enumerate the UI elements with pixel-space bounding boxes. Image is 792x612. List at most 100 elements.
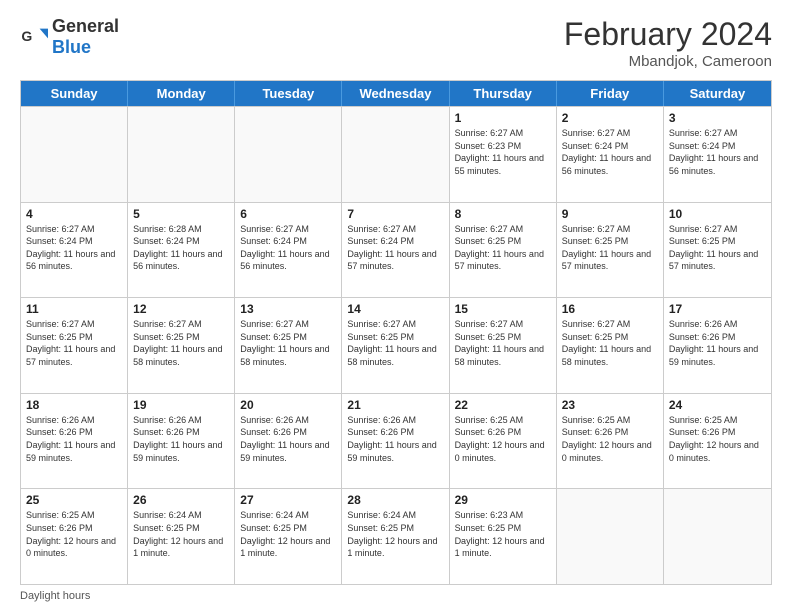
svg-text:G: G bbox=[21, 28, 32, 44]
calendar-empty-0-1 bbox=[128, 107, 235, 202]
calendar-empty-0-3 bbox=[342, 107, 449, 202]
calendar-day-4: 4Sunrise: 6:27 AM Sunset: 6:24 PM Daylig… bbox=[21, 203, 128, 298]
day-number: 10 bbox=[669, 207, 766, 221]
day-number: 7 bbox=[347, 207, 443, 221]
day-info: Sunrise: 6:27 AM Sunset: 6:25 PM Dayligh… bbox=[455, 223, 551, 273]
day-number: 18 bbox=[26, 398, 122, 412]
title-block: February 2024 Mbandjok, Cameroon bbox=[564, 16, 772, 70]
day-info: Sunrise: 6:26 AM Sunset: 6:26 PM Dayligh… bbox=[133, 414, 229, 464]
day-info: Sunrise: 6:24 AM Sunset: 6:25 PM Dayligh… bbox=[133, 509, 229, 559]
day-info: Sunrise: 6:25 AM Sunset: 6:26 PM Dayligh… bbox=[26, 509, 122, 559]
day-info: Sunrise: 6:27 AM Sunset: 6:24 PM Dayligh… bbox=[669, 127, 766, 177]
day-info: Sunrise: 6:27 AM Sunset: 6:25 PM Dayligh… bbox=[455, 318, 551, 368]
calendar-day-2: 2 Sunrise: 6:27 AM Sunset: 6:24 PM Daylig… bbox=[557, 107, 664, 202]
day-info: Sunrise: 6:27 AM Sunset: 6:24 PM Dayligh… bbox=[347, 223, 443, 273]
calendar-day-20: 20 Sunrise: 6:26 AM Sunset: 6:26 PM Dayli… bbox=[235, 394, 342, 489]
day-info: Sunrise: 6:27 AM Sunset: 6:23 PM Dayligh… bbox=[455, 127, 551, 177]
footer-note: Daylight hours bbox=[20, 590, 772, 602]
day-number: 5 bbox=[133, 207, 229, 221]
day-info: Sunrise: 6:27 AM Sunset: 6:24 PM Dayligh… bbox=[240, 223, 336, 273]
month-title: February 2024 bbox=[564, 16, 772, 53]
day-number: 3 bbox=[669, 111, 766, 125]
calendar-day-7: 7 Sunrise: 6:27 AM Sunset: 6:24 PM Daylig… bbox=[342, 203, 449, 298]
header-cell-friday: Friday bbox=[557, 81, 664, 106]
day-info: Sunrise: 6:26 AM Sunset: 6:26 PM Dayligh… bbox=[26, 414, 122, 464]
day-info: Sunrise: 6:25 AM Sunset: 6:26 PM Dayligh… bbox=[455, 414, 551, 464]
day-number: 25 bbox=[26, 493, 122, 507]
calendar-day-22: 22 Sunrise: 6:25 AM Sunset: 6:26 PM Dayli… bbox=[450, 394, 557, 489]
calendar-day-19: 19 Sunrise: 6:26 AM Sunset: 6:26 PM Dayli… bbox=[128, 394, 235, 489]
day-info: Sunrise: 6:27 AM Sunset: 6:25 PM Dayligh… bbox=[26, 318, 122, 368]
day-number: 1 bbox=[455, 111, 551, 125]
day-info: Sunrise: 6:27 AM Sunset: 6:25 PM Dayligh… bbox=[669, 223, 766, 273]
calendar-empty-0-0 bbox=[21, 107, 128, 202]
header-cell-sunday: Sunday bbox=[21, 81, 128, 106]
day-number: 19 bbox=[133, 398, 229, 412]
day-info: Sunrise: 6:27 AM Sunset: 6:24 PM Dayligh… bbox=[562, 127, 658, 177]
day-number: 28 bbox=[347, 493, 443, 507]
day-info: Sunrise: 6:25 AM Sunset: 6:26 PM Dayligh… bbox=[669, 414, 766, 464]
day-number: 14 bbox=[347, 302, 443, 316]
calendar-day-3: 3 Sunrise: 6:27 AM Sunset: 6:24 PM Daylig… bbox=[664, 107, 771, 202]
day-info: Sunrise: 6:25 AM Sunset: 6:26 PM Dayligh… bbox=[562, 414, 658, 464]
header-cell-tuesday: Tuesday bbox=[235, 81, 342, 106]
day-number: 2 bbox=[562, 111, 658, 125]
day-number: 22 bbox=[455, 398, 551, 412]
calendar-day-23: 23Sunrise: 6:25 AM Sunset: 6:26 PM Dayli… bbox=[557, 394, 664, 489]
day-info: Sunrise: 6:27 AM Sunset: 6:25 PM Dayligh… bbox=[240, 318, 336, 368]
calendar-day-15: 15 Sunrise: 6:27 AM Sunset: 6:25 PM Dayli… bbox=[450, 298, 557, 393]
day-info: Sunrise: 6:26 AM Sunset: 6:26 PM Dayligh… bbox=[669, 318, 766, 368]
day-info: Sunrise: 6:27 AM Sunset: 6:25 PM Dayligh… bbox=[562, 318, 658, 368]
calendar: SundayMondayTuesdayWednesdayThursdayFrid… bbox=[20, 80, 772, 585]
calendar-empty-0-2 bbox=[235, 107, 342, 202]
calendar-day-5: 5Sunrise: 6:28 AM Sunset: 6:24 PM Daylig… bbox=[128, 203, 235, 298]
day-number: 9 bbox=[562, 207, 658, 221]
location-subtitle: Mbandjok, Cameroon bbox=[564, 53, 772, 70]
logo: G GeneralBlue bbox=[20, 16, 119, 58]
day-info: Sunrise: 6:24 AM Sunset: 6:25 PM Dayligh… bbox=[240, 509, 336, 559]
calendar-header-row: SundayMondayTuesdayWednesdayThursdayFrid… bbox=[21, 81, 771, 106]
calendar-day-12: 12 Sunrise: 6:27 AM Sunset: 6:25 PM Dayli… bbox=[128, 298, 235, 393]
calendar-day-9: 9 Sunrise: 6:27 AM Sunset: 6:25 PM Daylig… bbox=[557, 203, 664, 298]
calendar-day-18: 18 Sunrise: 6:26 AM Sunset: 6:26 PM Dayli… bbox=[21, 394, 128, 489]
day-info: Sunrise: 6:26 AM Sunset: 6:26 PM Dayligh… bbox=[347, 414, 443, 464]
calendar-day-28: 28 Sunrise: 6:24 AM Sunset: 6:25 PM Dayli… bbox=[342, 489, 449, 584]
header-cell-saturday: Saturday bbox=[664, 81, 771, 106]
day-info: Sunrise: 6:23 AM Sunset: 6:25 PM Dayligh… bbox=[455, 509, 551, 559]
page: G GeneralBlue February 2024 Mbandjok, Ca… bbox=[0, 0, 792, 612]
day-number: 13 bbox=[240, 302, 336, 316]
calendar-day-11: 11Sunrise: 6:27 AM Sunset: 6:25 PM Dayli… bbox=[21, 298, 128, 393]
day-number: 20 bbox=[240, 398, 336, 412]
calendar-body: 1 Sunrise: 6:27 AM Sunset: 6:23 PM Daylig… bbox=[21, 106, 771, 584]
calendar-day-14: 14Sunrise: 6:27 AM Sunset: 6:25 PM Dayli… bbox=[342, 298, 449, 393]
day-number: 26 bbox=[133, 493, 229, 507]
day-info: Sunrise: 6:26 AM Sunset: 6:26 PM Dayligh… bbox=[240, 414, 336, 464]
calendar-day-8: 8Sunrise: 6:27 AM Sunset: 6:25 PM Daylig… bbox=[450, 203, 557, 298]
day-number: 12 bbox=[133, 302, 229, 316]
day-number: 24 bbox=[669, 398, 766, 412]
calendar-week-5: 25 Sunrise: 6:25 AM Sunset: 6:26 PM Dayli… bbox=[21, 488, 771, 584]
calendar-week-1: 1 Sunrise: 6:27 AM Sunset: 6:23 PM Daylig… bbox=[21, 106, 771, 202]
calendar-day-1: 1 Sunrise: 6:27 AM Sunset: 6:23 PM Daylig… bbox=[450, 107, 557, 202]
logo-icon: G bbox=[20, 23, 48, 51]
calendar-day-29: 29 Sunrise: 6:23 AM Sunset: 6:25 PM Dayli… bbox=[450, 489, 557, 584]
calendar-empty-4-5 bbox=[557, 489, 664, 584]
header: G GeneralBlue February 2024 Mbandjok, Ca… bbox=[20, 16, 772, 70]
calendar-empty-4-6 bbox=[664, 489, 771, 584]
calendar-day-24: 24 Sunrise: 6:25 AM Sunset: 6:26 PM Dayli… bbox=[664, 394, 771, 489]
day-number: 27 bbox=[240, 493, 336, 507]
day-number: 29 bbox=[455, 493, 551, 507]
calendar-week-3: 11Sunrise: 6:27 AM Sunset: 6:25 PM Dayli… bbox=[21, 297, 771, 393]
day-info: Sunrise: 6:24 AM Sunset: 6:25 PM Dayligh… bbox=[347, 509, 443, 559]
calendar-day-27: 27 Sunrise: 6:24 AM Sunset: 6:25 PM Dayli… bbox=[235, 489, 342, 584]
day-info: Sunrise: 6:27 AM Sunset: 6:25 PM Dayligh… bbox=[562, 223, 658, 273]
day-number: 21 bbox=[347, 398, 443, 412]
calendar-day-21: 21 Sunrise: 6:26 AM Sunset: 6:26 PM Dayli… bbox=[342, 394, 449, 489]
calendar-day-16: 16Sunrise: 6:27 AM Sunset: 6:25 PM Dayli… bbox=[557, 298, 664, 393]
day-number: 15 bbox=[455, 302, 551, 316]
calendar-day-17: 17Sunrise: 6:26 AM Sunset: 6:26 PM Dayli… bbox=[664, 298, 771, 393]
calendar-day-26: 26 Sunrise: 6:24 AM Sunset: 6:25 PM Dayli… bbox=[128, 489, 235, 584]
header-cell-wednesday: Wednesday bbox=[342, 81, 449, 106]
day-info: Sunrise: 6:27 AM Sunset: 6:25 PM Dayligh… bbox=[133, 318, 229, 368]
header-cell-monday: Monday bbox=[128, 81, 235, 106]
